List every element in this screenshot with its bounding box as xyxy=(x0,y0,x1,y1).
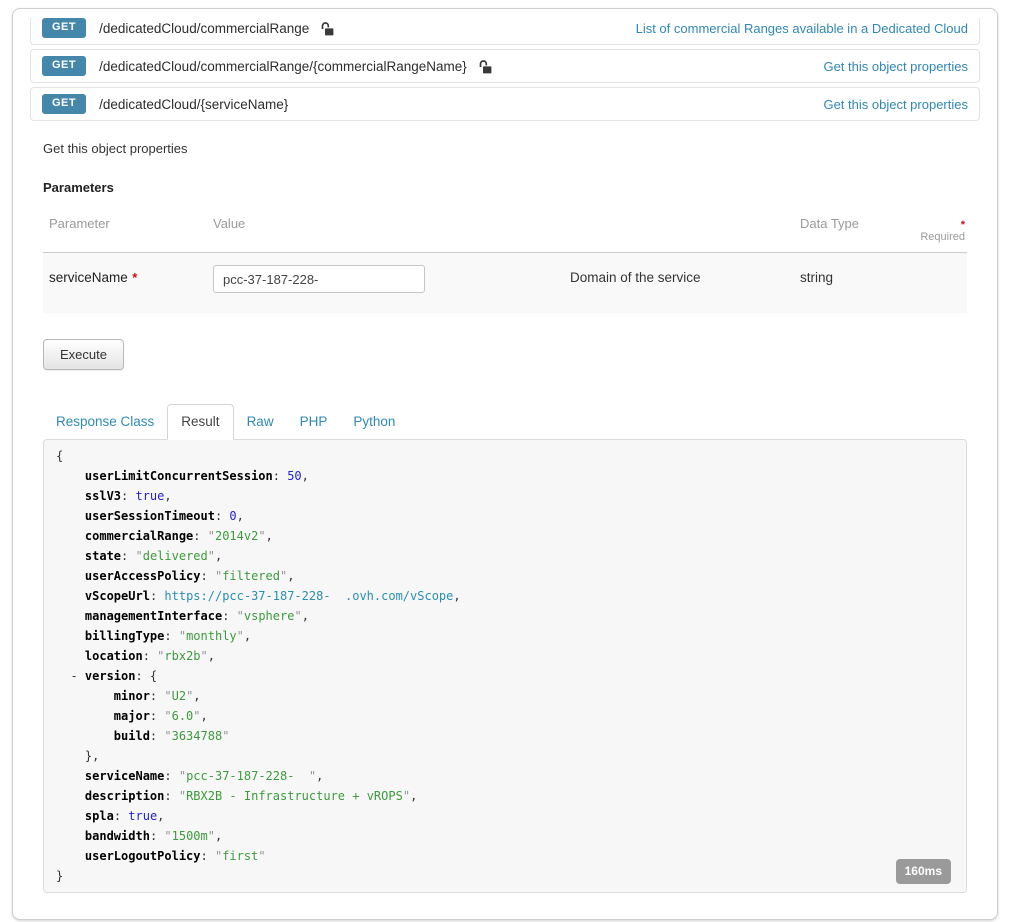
api-console-panel: GET/dedicatedCloud/commercialRange List o… xyxy=(12,8,998,920)
service-name-input[interactable] xyxy=(213,265,425,293)
execute-button[interactable]: Execute xyxy=(43,339,124,370)
endpoint-summary-link[interactable]: Get this object properties xyxy=(823,97,968,112)
code-line: sslV3: true, xyxy=(56,486,954,506)
parameter-description: Domain of the service xyxy=(570,265,800,285)
endpoint-summary-link[interactable]: Get this object properties xyxy=(823,59,968,74)
code-line: managementInterface: "vsphere", xyxy=(56,606,954,626)
tab-raw[interactable]: Raw xyxy=(234,405,287,439)
operation-section: Get this object properties Parameters Pa… xyxy=(30,141,980,893)
open-lock-icon xyxy=(478,59,493,74)
json-result: { userLimitConcurrentSession: 50, sslV3:… xyxy=(56,446,954,886)
endpoint-row[interactable]: GET/dedicatedCloud/commercialRange/{comm… xyxy=(30,49,980,83)
parameter-name: serviceName xyxy=(49,265,128,285)
parameter-required-asterisk: * xyxy=(132,270,137,285)
code-line: description: "RBX2B - Infrastructure + v… xyxy=(56,786,954,806)
code-line: vScopeUrl: https://pcc-37-187-228- .ovh.… xyxy=(56,586,954,606)
code-line: location: "rbx2b", xyxy=(56,646,954,666)
result-code-block: { userLimitConcurrentSession: 50, sslV3:… xyxy=(43,439,967,893)
method-badge: GET xyxy=(42,18,86,38)
duration-badge: 160ms xyxy=(896,859,951,884)
code-line: - version: { xyxy=(56,666,954,686)
required-asterisk: * xyxy=(961,219,965,231)
code-line: userLimitConcurrentSession: 50, xyxy=(56,466,954,486)
tab-result[interactable]: Result xyxy=(167,404,233,440)
endpoint-summary-link[interactable]: List of commercial Ranges available in a… xyxy=(636,21,968,36)
code-line: major: "6.0", xyxy=(56,706,954,726)
code-line: state: "delivered", xyxy=(56,546,954,566)
code-line: spla: true, xyxy=(56,806,954,826)
operation-description: Get this object properties xyxy=(43,141,967,156)
tab-response-class[interactable]: Response Class xyxy=(43,405,167,439)
endpoint-row[interactable]: GET/dedicatedCloud/{serviceName} Get this… xyxy=(30,87,980,121)
code-line: build: "3634788" xyxy=(56,726,954,746)
header-required: * Required xyxy=(915,219,967,243)
code-line: serviceName: "pcc-37-187-228- ", xyxy=(56,766,954,786)
code-line: commercialRange: "2014v2", xyxy=(56,526,954,546)
tab-python[interactable]: Python xyxy=(340,405,408,439)
code-line: { xyxy=(56,446,954,466)
method-badge: GET xyxy=(42,56,86,76)
endpoint-row[interactable]: GET/dedicatedCloud/commercialRange List o… xyxy=(30,18,980,45)
endpoint-path: /dedicatedCloud/{serviceName} xyxy=(99,97,288,112)
method-badge: GET xyxy=(42,94,86,114)
parameters-title: Parameters xyxy=(43,180,967,195)
open-lock-icon xyxy=(320,21,335,36)
parameters-table-header: Parameter Value Data Type * Required xyxy=(43,216,967,253)
header-data-type: Data Type xyxy=(800,216,915,231)
parameter-data-type: string xyxy=(800,265,915,285)
clipped-endpoint-row: GET/dedicatedCloud/commercialRange List o… xyxy=(30,18,980,45)
code-line: }, xyxy=(56,746,954,766)
parameter-row: serviceName * Domain of the service stri… xyxy=(43,253,967,313)
required-label: Required xyxy=(920,231,965,243)
code-line: userLogoutPolicy: "first" xyxy=(56,846,954,866)
endpoint-list: GET/dedicatedCloud/commercialRange List o… xyxy=(30,18,980,121)
tab-php[interactable]: PHP xyxy=(287,405,341,439)
code-line: userSessionTimeout: 0, xyxy=(56,506,954,526)
response-tabs: Response ClassResultRawPHPPython xyxy=(43,404,967,439)
code-line: } xyxy=(56,866,954,886)
code-line: bandwidth: "1500m", xyxy=(56,826,954,846)
code-line: userAccessPolicy: "filtered", xyxy=(56,566,954,586)
code-line: minor: "U2", xyxy=(56,686,954,706)
header-value: Value xyxy=(213,216,570,231)
endpoint-path: /dedicatedCloud/commercialRange xyxy=(99,21,309,36)
header-parameter: Parameter xyxy=(43,216,213,231)
endpoint-path: /dedicatedCloud/commercialRange/{commerc… xyxy=(99,59,467,74)
code-line: billingType: "monthly", xyxy=(56,626,954,646)
